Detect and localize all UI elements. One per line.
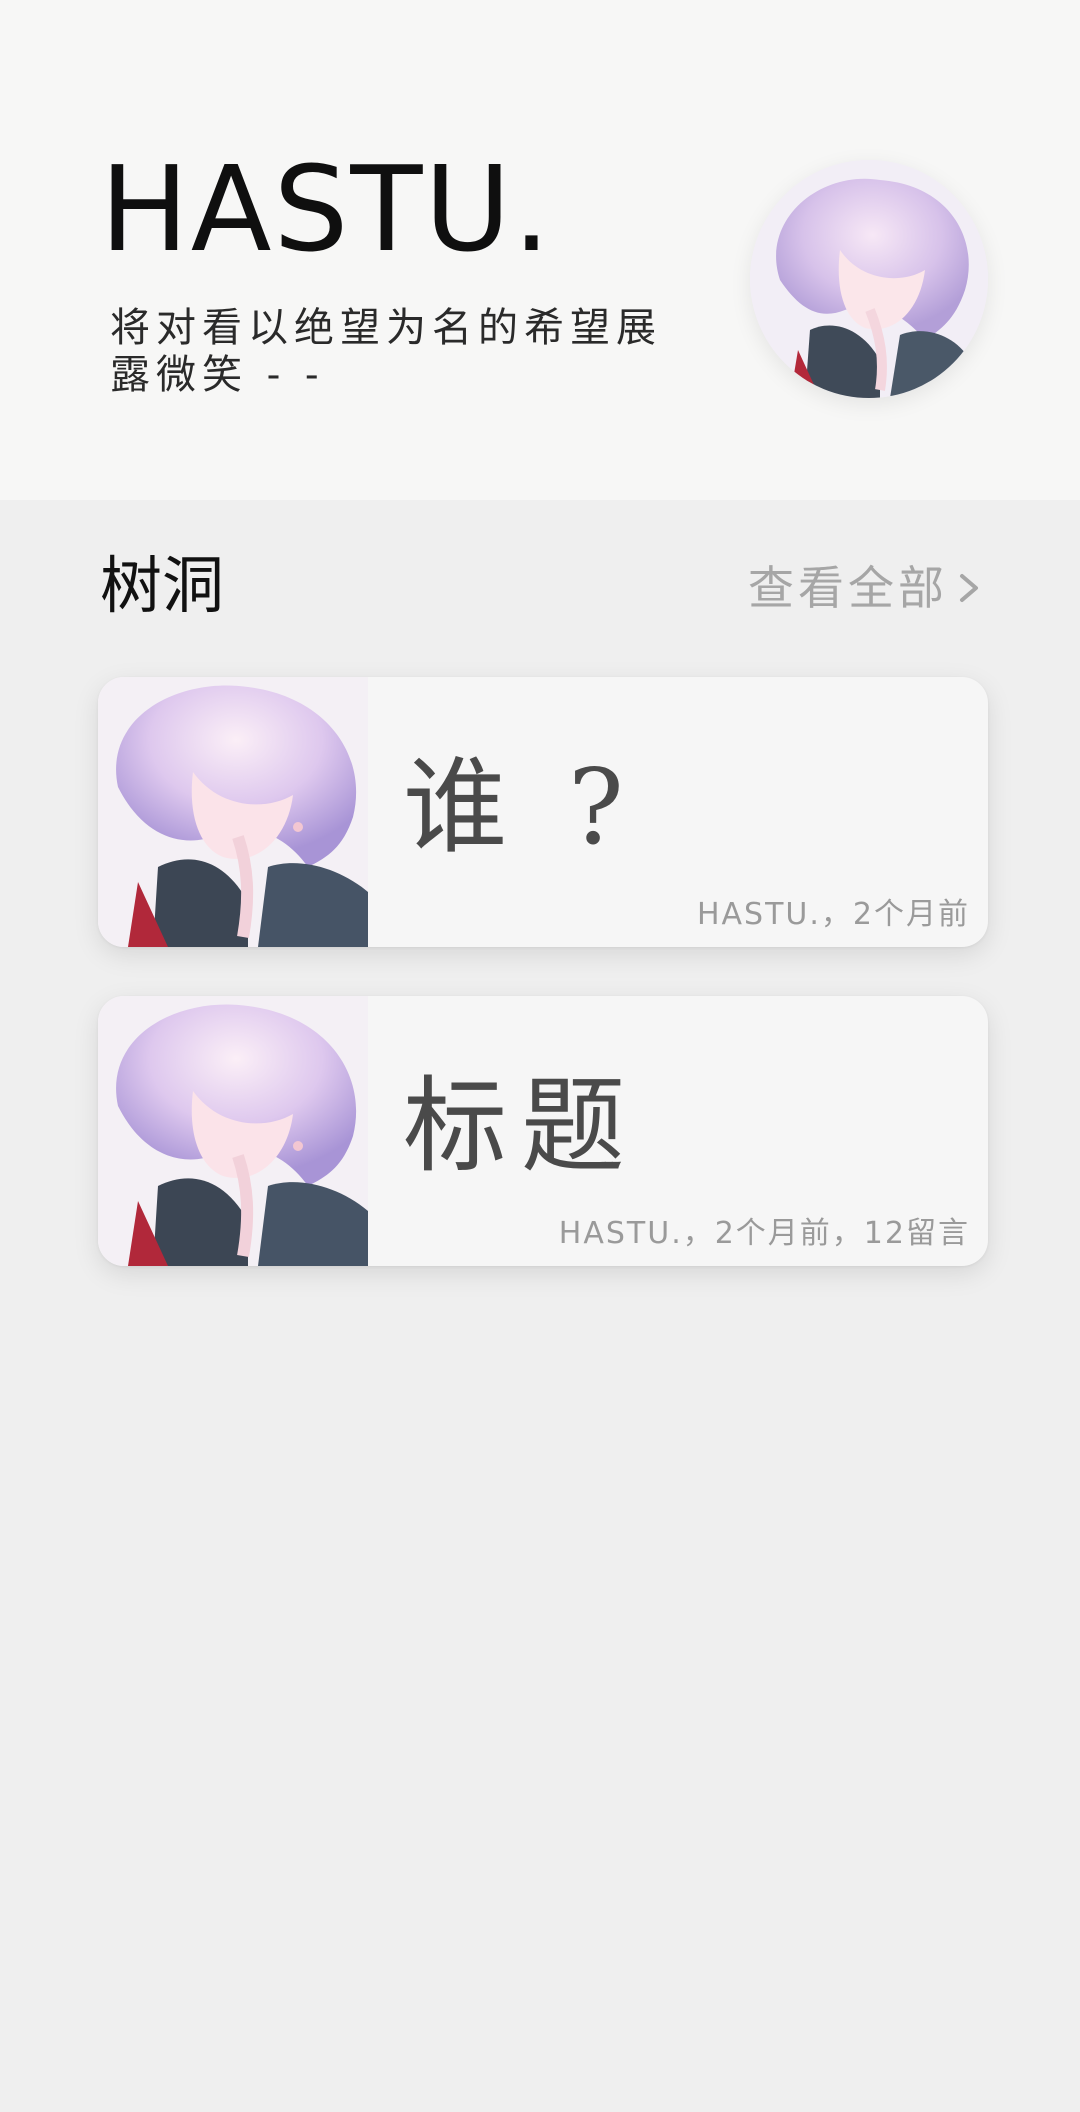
- avatar[interactable]: [750, 160, 988, 398]
- anime-thumbnail-icon: [98, 677, 368, 947]
- post-meta: HASTU.，2个月前: [696, 897, 970, 932]
- post-meta: HASTU.，2个月前，12留言: [558, 1216, 970, 1251]
- post-card[interactable]: 谁 ? HASTU.，2个月前: [98, 677, 988, 947]
- post-card[interactable]: 标题 HASTU.，2个月前，12留言: [98, 996, 988, 1266]
- post-thumbnail: [98, 996, 368, 1266]
- post-title: 标题: [403, 1065, 640, 1187]
- profile-header: HASTU. 将对看以绝望为名的希望展露微笑 - -: [0, 0, 1080, 500]
- profile-name: HASTU.: [100, 140, 553, 278]
- anime-thumbnail-icon: [98, 996, 368, 1266]
- view-all-link[interactable]: 查看全部: [748, 560, 988, 616]
- chevron-right-icon: [960, 574, 978, 602]
- view-all-label: 查看全部: [748, 561, 948, 615]
- profile-tagline: 将对看以绝望为名的希望展露微笑 - -: [110, 305, 662, 398]
- section-title: 树洞: [100, 549, 225, 622]
- screen: HASTU. 将对看以绝望为名的希望展露微笑 - - 树洞 查看全部 谁 ? H…: [0, 0, 1080, 2112]
- anime-avatar-icon: [750, 160, 988, 398]
- post-thumbnail: [98, 677, 368, 947]
- post-title: 谁 ?: [403, 746, 638, 868]
